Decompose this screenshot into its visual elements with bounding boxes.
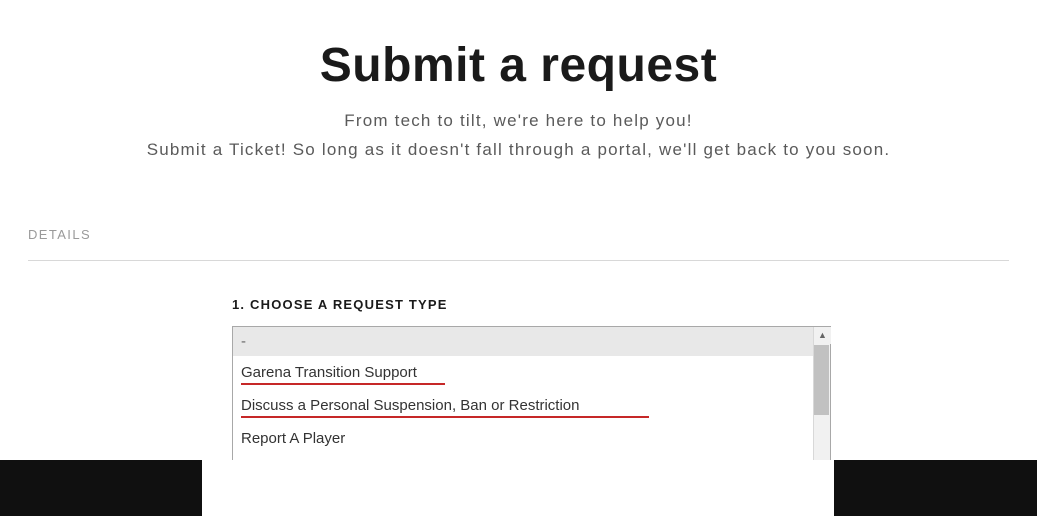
page-subtitle: From tech to tilt, we're here to help yo…	[0, 107, 1037, 165]
dropdown-option-garena[interactable]: Garena Transition Support	[233, 356, 830, 389]
dropdown-option-report[interactable]: Report A Player	[233, 422, 830, 455]
subtitle-line-2: Submit a Ticket! So long as it doesn't f…	[0, 136, 1037, 165]
scrollbar-thumb[interactable]	[814, 345, 829, 415]
dropdown-option-suspension[interactable]: Discuss a Personal Suspension, Ban or Re…	[233, 389, 830, 422]
scrollbar-up-icon[interactable]: ▲	[814, 327, 831, 344]
content-overlay	[202, 460, 834, 516]
request-type-label: 1. CHOOSE A REQUEST TYPE	[232, 297, 805, 312]
subtitle-line-1: From tech to tilt, we're here to help yo…	[0, 107, 1037, 136]
page-title: Submit a request	[0, 38, 1037, 93]
details-section-label: DETAILS	[28, 227, 1009, 261]
dropdown-option-placeholder[interactable]: -	[233, 327, 830, 356]
